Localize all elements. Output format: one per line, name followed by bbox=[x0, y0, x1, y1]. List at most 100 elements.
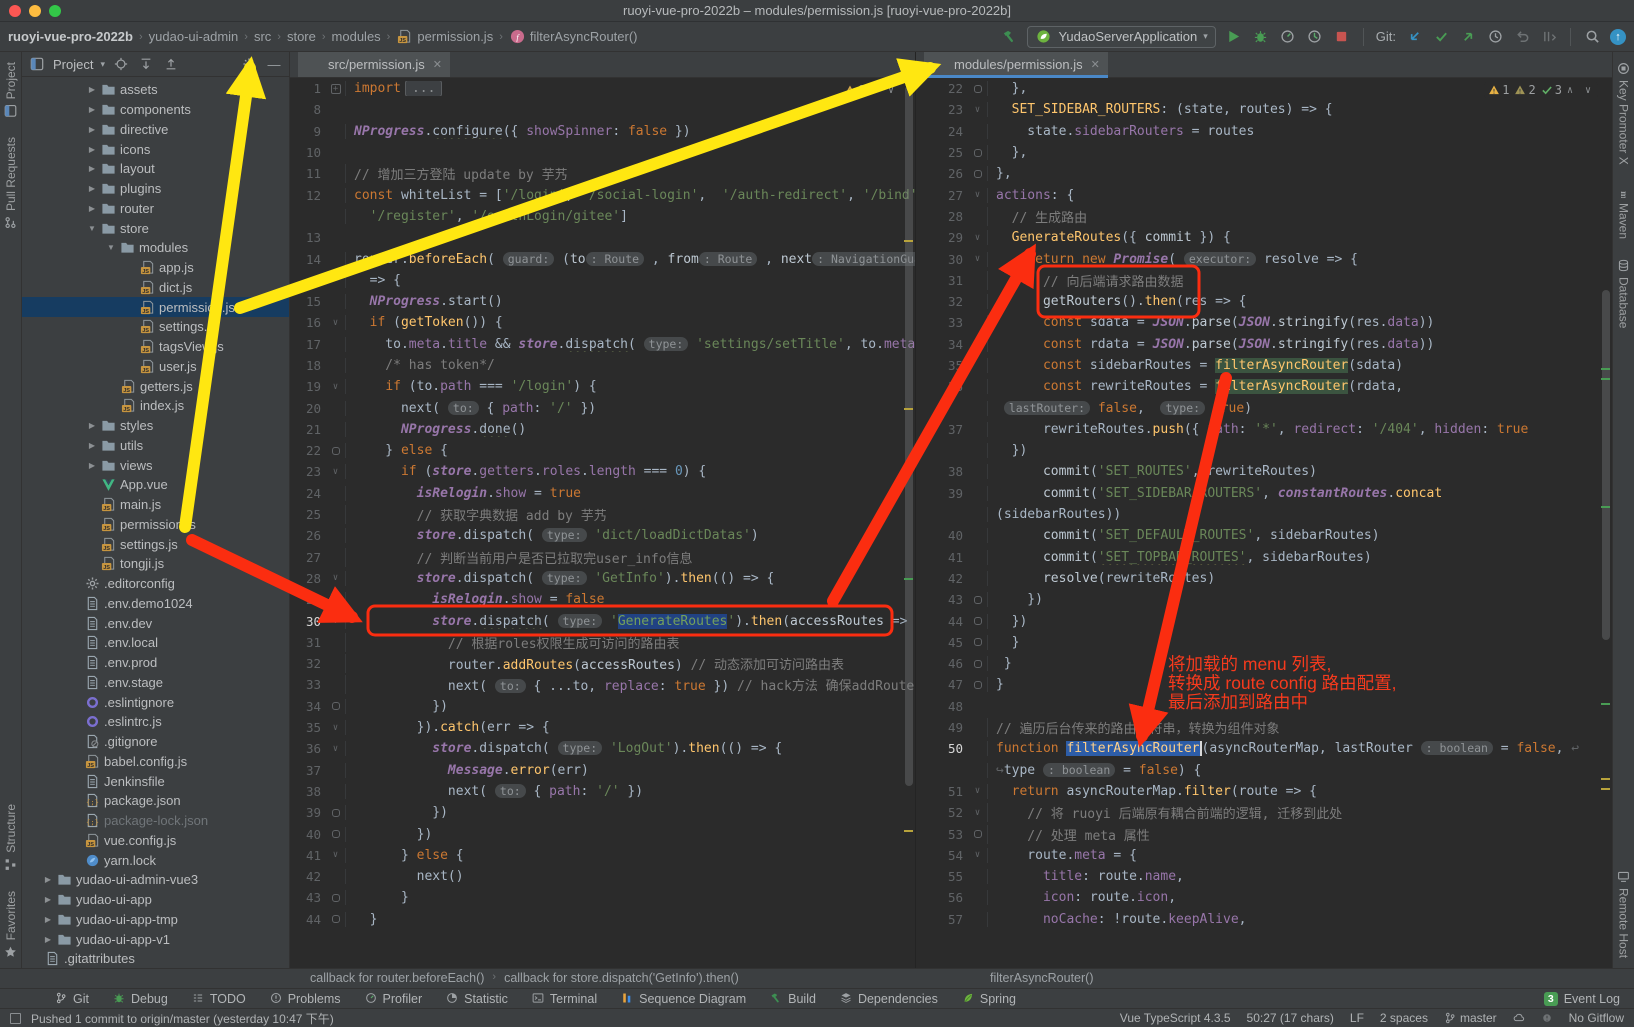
code-line-17[interactable]: 17 to.meta.title && store.dispatch( type… bbox=[290, 334, 915, 355]
right-editor[interactable]: 123∧ ∨ 22 },23∨ SET_SIDEBAR_ROUTERS: (st… bbox=[916, 78, 1612, 968]
tool-window-button-remote-host[interactable]: Remote Host bbox=[1617, 860, 1631, 968]
code-line-18[interactable]: 18 /* has token*/ bbox=[290, 355, 915, 376]
code-line-19[interactable]: 19∨ if (to.path === '/login') { bbox=[290, 376, 915, 397]
chevron-right-icon[interactable]: ▶ bbox=[40, 935, 56, 944]
fold-marker[interactable]: ∨ bbox=[326, 318, 345, 328]
code-line-wrap[interactable]: => { bbox=[290, 270, 915, 291]
code-line-32[interactable]: 32 router.addRoutes(accessRoutes) // 动态添… bbox=[290, 653, 915, 674]
tree-item-router[interactable]: ▶router bbox=[22, 199, 289, 219]
tree-item-permission.js[interactable]: JSpermission.js bbox=[22, 297, 289, 317]
fold-marker[interactable]: ∨ bbox=[968, 254, 987, 264]
tree-item-vue.config.js[interactable]: JSvue.config.js bbox=[22, 831, 289, 851]
fold-marker[interactable]: ∨ bbox=[968, 233, 987, 243]
tree-item-tongji.js[interactable]: JStongji.js bbox=[22, 554, 289, 574]
tool-window-button-project[interactable]: Project bbox=[4, 52, 18, 127]
fold-marker[interactable]: ∨ bbox=[968, 786, 987, 796]
stop-icon[interactable] bbox=[1333, 28, 1351, 46]
code-line-52[interactable]: 52∨ // 将 ruoyi 后端原有耦合前端的逻辑, 迁移到此处 bbox=[916, 802, 1612, 823]
chevron-right-icon[interactable]: ▶ bbox=[84, 441, 100, 450]
code-line-20[interactable]: 20 next( to: { path: '/' }) bbox=[290, 397, 915, 418]
breadcrumb-item[interactable]: callback for router.beforeEach() bbox=[310, 971, 484, 985]
fold-marker[interactable]: ∨ bbox=[326, 616, 345, 626]
code-line-wrap[interactable]: '/register', '/oauthLogin/gitee'] bbox=[290, 206, 915, 227]
left-inspections-widget[interactable]: 6∧ ∨ bbox=[840, 82, 901, 98]
code-line-44[interactable]: 44 }) bbox=[916, 610, 1612, 631]
code-line-49[interactable]: 49// 遍历后台传来的路由字符串，转换为组件对象 bbox=[916, 717, 1612, 738]
fold-marker[interactable]: ∨ bbox=[326, 382, 345, 392]
tree-item-.env.dev[interactable]: .env.dev bbox=[22, 613, 289, 633]
fold-marker[interactable]: ∨ bbox=[326, 744, 345, 754]
code-line-43[interactable]: 43 } bbox=[290, 887, 915, 908]
locate-file-icon[interactable] bbox=[112, 55, 130, 73]
collapse-all-icon[interactable] bbox=[162, 55, 180, 73]
fold-marker[interactable] bbox=[968, 596, 987, 604]
code-line-56[interactable]: 56 icon: route.icon, bbox=[916, 887, 1612, 908]
fold-marker[interactable]: ∨ bbox=[326, 573, 345, 583]
hide-panel-icon[interactable]: — bbox=[265, 55, 283, 73]
right-inspections-widget[interactable]: 123∧ ∨ bbox=[1484, 82, 1598, 98]
code-line-48[interactable]: 48 bbox=[916, 696, 1612, 717]
code-line-27[interactable]: 27 // 判断当前用户是否已拉取完user_info信息 bbox=[290, 547, 915, 568]
tree-item-directive[interactable]: ▶directive bbox=[22, 120, 289, 140]
fold-marker[interactable]: ∨ bbox=[326, 723, 345, 733]
tree-item-yudao-ui-app[interactable]: ▶yudao-ui-app bbox=[22, 890, 289, 910]
inspection-nav-icons[interactable]: ∧ ∨ bbox=[1567, 85, 1594, 96]
code-line-wrap[interactable]: ↪type : boolean = false) { bbox=[916, 760, 1612, 781]
code-line-51[interactable]: 51∨ return asyncRouterMap.filter(route =… bbox=[916, 781, 1612, 802]
breadcrumb-item[interactable]: callback for store.dispatch('GetInfo').t… bbox=[504, 971, 739, 985]
code-line-23[interactable]: 23∨ SET_SIDEBAR_ROUTERS: (state, routes)… bbox=[916, 99, 1612, 120]
code-line-25[interactable]: 25 }, bbox=[916, 142, 1612, 163]
fold-marker[interactable]: ∨ bbox=[968, 850, 987, 860]
fold-marker[interactable] bbox=[968, 681, 987, 689]
code-line-24[interactable]: 24 state.sidebarRouters = routes bbox=[916, 121, 1612, 142]
code-line-36[interactable]: 36 const rewriteRoutes = filterAsyncRout… bbox=[916, 376, 1612, 397]
fold-marker[interactable] bbox=[326, 830, 345, 838]
chevron-right-icon[interactable]: ▶ bbox=[84, 145, 100, 154]
tree-item-icons[interactable]: ▶icons bbox=[22, 139, 289, 159]
tool-window-button-favorites[interactable]: Favorites bbox=[4, 881, 18, 968]
chevron-right-icon[interactable]: ▶ bbox=[84, 461, 100, 470]
chevron-right-icon[interactable]: ▶ bbox=[84, 85, 100, 94]
code-line-53[interactable]: 53 // 处理 meta 属性 bbox=[916, 823, 1612, 844]
chevron-right-icon[interactable]: ▶ bbox=[40, 895, 56, 904]
breadcrumb-item[interactable]: JSpermission.js bbox=[396, 29, 493, 45]
tree-item-yudao-ui-app-tmp[interactable]: ▶yudao-ui-app-tmp bbox=[22, 910, 289, 930]
code-line-wrap[interactable]: (sidebarRoutes)) bbox=[916, 504, 1612, 525]
code-line-57[interactable]: 57 noCache: !route.keepAlive, bbox=[916, 909, 1612, 930]
clock-icon[interactable] bbox=[1486, 28, 1504, 46]
fold-marker[interactable] bbox=[968, 149, 987, 157]
code-line-13[interactable]: 13 bbox=[290, 227, 915, 248]
tree-item-.env.stage[interactable]: .env.stage bbox=[22, 673, 289, 693]
tree-item-yudao-ui-admin-vue3[interactable]: ▶yudao-ui-admin-vue3 bbox=[22, 870, 289, 890]
tree-item-main.js[interactable]: JSmain.js bbox=[22, 495, 289, 515]
tab-src-permission-js[interactable]: src/permission.js ✕ bbox=[298, 52, 450, 77]
code-line-29[interactable]: 29 isRelogin.show = false bbox=[290, 589, 915, 610]
fold-marker[interactable] bbox=[968, 638, 987, 646]
fold-marker[interactable] bbox=[968, 617, 987, 625]
tool-window-button-build[interactable]: Build bbox=[770, 992, 816, 1006]
breadcrumb-item[interactable]: ruoyi-vue-pro-2022b bbox=[8, 29, 133, 44]
status-widget-dot[interactable] bbox=[1541, 1012, 1553, 1024]
breadcrumb-item[interactable]: ffilterAsyncRouter() bbox=[509, 29, 638, 45]
code-line-23[interactable]: 23∨ if (store.getters.roles.length === 0… bbox=[290, 461, 915, 482]
code-line-39[interactable]: 39 commit('SET_SIDEBAR_ROUTERS', constan… bbox=[916, 483, 1612, 504]
run-configuration-select[interactable]: YudaoServerApplication▾ bbox=[1027, 26, 1215, 48]
right-editor-scrollbar[interactable] bbox=[1602, 290, 1610, 640]
code-line-wrap[interactable]: }) bbox=[916, 440, 1612, 461]
code-line-9[interactable]: 9NProgress.configure({ showSpinner: fals… bbox=[290, 121, 915, 142]
code-line-37[interactable]: 37 rewriteRoutes.push({ path: '*', redir… bbox=[916, 419, 1612, 440]
tree-item-app.js[interactable]: JSapp.js bbox=[22, 258, 289, 278]
code-line-33[interactable]: 33 const sdata = JSON.parse(JSON.stringi… bbox=[916, 312, 1612, 333]
code-line-34[interactable]: 34 const rdata = JSON.parse(JSON.stringi… bbox=[916, 334, 1612, 355]
tree-item-store[interactable]: ▼store bbox=[22, 218, 289, 238]
status-widget-master[interactable]: master bbox=[1444, 1011, 1497, 1025]
code-line-40[interactable]: 40 }) bbox=[290, 823, 915, 844]
event-log-button[interactable]: 3Event Log bbox=[1544, 992, 1620, 1006]
code-line-54[interactable]: 54∨ route.meta = { bbox=[916, 845, 1612, 866]
tree-item-settings.js[interactable]: JSsettings.js bbox=[22, 317, 289, 337]
fold-marker[interactable]: + bbox=[326, 84, 345, 94]
bug-icon[interactable] bbox=[1252, 28, 1270, 46]
tool-window-button-todo[interactable]: TODO bbox=[192, 992, 246, 1006]
code-line-31[interactable]: 31 // 向后端请求路由数据 bbox=[916, 270, 1612, 291]
code-line-38[interactable]: 38 commit('SET_ROUTES', rewriteRoutes) bbox=[916, 461, 1612, 482]
